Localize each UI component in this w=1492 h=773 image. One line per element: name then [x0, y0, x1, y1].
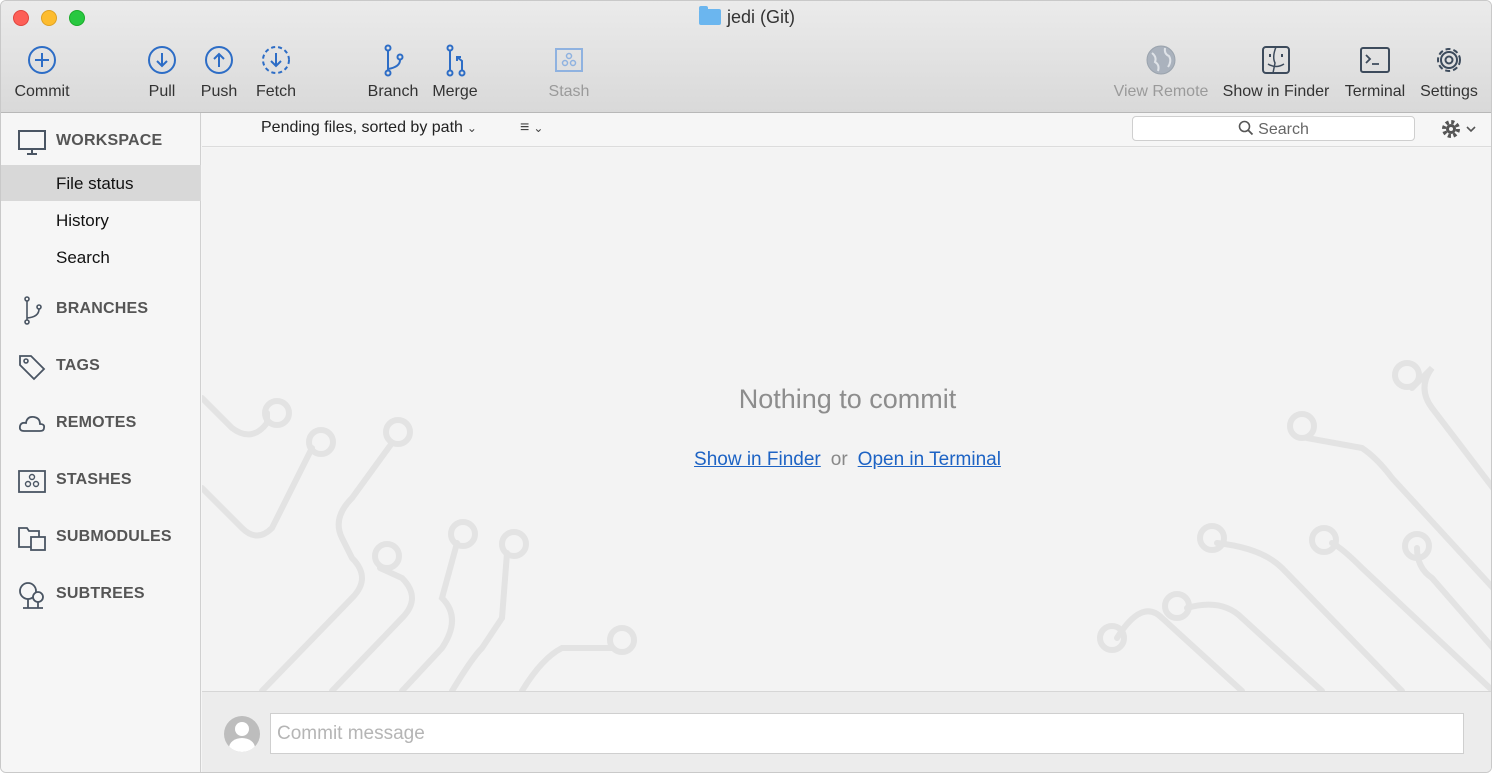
branches-label: BRANCHES	[56, 300, 149, 317]
sidebar-section-branches[interactable]: BRANCHES	[1, 289, 201, 329]
workspace-label: WORKSPACE	[56, 132, 163, 149]
tag-icon	[19, 355, 46, 381]
file-status-label: File status	[56, 174, 134, 193]
show-in-finder-button[interactable]: Show in Finder	[1219, 43, 1333, 101]
pull-label: Pull	[148, 83, 176, 100]
submodules-label: SUBMODULES	[56, 528, 172, 545]
sidebar-item-history[interactable]: History	[1, 202, 201, 238]
sidebar-section-submodules[interactable]: SUBMODULES	[1, 517, 201, 557]
stash-button[interactable]: Stash	[543, 43, 595, 101]
terminal-icon	[1360, 47, 1390, 73]
window-title: jedi (Git)	[1, 6, 1491, 28]
view-remote-button[interactable]: View Remote	[1111, 43, 1211, 101]
branch-icon	[384, 44, 404, 77]
search-input[interactable]: Search	[1132, 116, 1415, 141]
fetch-icon	[262, 46, 290, 74]
sidebar-section-remotes[interactable]: REMOTES	[1, 403, 201, 443]
sidebar-section-stashes[interactable]: STASHES	[1, 460, 201, 500]
pending-files-label: Pending files, sorted by path	[261, 119, 463, 136]
titlebar: jedi (Git) Commit Pull Push Fetch Branch…	[1, 1, 1491, 113]
tags-label: TAGS	[56, 357, 101, 374]
pending-files-dropdown[interactable]: Pending files, sorted by path ⌄	[261, 119, 477, 137]
sidebar-item-search[interactable]: Search	[1, 239, 201, 275]
settings-button[interactable]: Settings	[1415, 43, 1483, 101]
search-label: Search	[56, 248, 110, 267]
submodule-icon	[18, 527, 46, 551]
search-icon	[1238, 120, 1254, 136]
filter-bar: Pending files, sorted by path ⌄ ≡ ⌄ Search	[202, 113, 1491, 147]
arrow-down-circle-icon	[148, 46, 176, 74]
view-mode-dropdown[interactable]: ≡ ⌄	[520, 119, 543, 137]
sidebar-section-subtrees[interactable]: SUBTREES	[1, 574, 201, 614]
remotes-label: REMOTES	[56, 414, 137, 431]
commit-message-input[interactable]	[270, 713, 1464, 754]
merge-button[interactable]: Merge	[427, 43, 483, 101]
stashes-label: STASHES	[56, 471, 132, 488]
open-in-terminal-link[interactable]: Open in Terminal	[858, 449, 1001, 470]
commit-bar	[202, 691, 1491, 772]
plus-circle-icon	[28, 46, 56, 74]
push-button[interactable]: Push	[194, 43, 244, 101]
chevron-down-icon: ⌄	[466, 121, 477, 135]
empty-state-links: Show in Finder or Open in Terminal	[202, 449, 1491, 471]
finder-icon	[1262, 46, 1290, 74]
window-title-text: jedi (Git)	[726, 7, 795, 27]
merge-icon	[446, 44, 466, 77]
show-in-finder-label: Show in Finder	[1222, 83, 1330, 100]
branch-icon	[24, 296, 42, 325]
monitor-icon	[18, 130, 46, 155]
branch-button[interactable]: Branch	[365, 43, 421, 101]
options-gear-icon[interactable]	[1440, 117, 1482, 141]
view-remote-label: View Remote	[1113, 83, 1209, 100]
globe-icon	[1146, 45, 1176, 75]
sidebar-section-tags[interactable]: TAGS	[1, 346, 201, 386]
terminal-label: Terminal	[1344, 83, 1406, 100]
sidebar-section-workspace[interactable]: WORKSPACE	[1, 121, 201, 161]
folder-icon	[698, 6, 721, 25]
push-label: Push	[200, 83, 238, 100]
avatar	[224, 716, 260, 752]
sidebar: WORKSPACE File status History Search BRA…	[1, 113, 201, 772]
gear-icon	[1437, 48, 1461, 72]
list-icon: ≡	[520, 119, 530, 136]
show-in-finder-link[interactable]: Show in Finder	[694, 449, 821, 470]
file-status-panel: Nothing to commit Show in Finder or Open i…	[202, 148, 1491, 691]
cloud-icon	[18, 415, 46, 432]
history-label: History	[56, 211, 109, 230]
empty-state-message: Nothing to commit	[738, 384, 957, 414]
pull-button[interactable]: Pull	[137, 43, 187, 101]
fetch-label: Fetch	[255, 83, 296, 100]
commit-button[interactable]: Commit	[8, 43, 76, 101]
arrow-up-circle-icon	[205, 46, 233, 74]
circuit-background	[202, 360, 1491, 691]
or-text: or	[830, 449, 848, 470]
stash-label: Stash	[548, 83, 590, 100]
search-placeholder: Search	[1258, 121, 1309, 138]
tree-icon	[19, 582, 44, 609]
branch-label: Branch	[367, 83, 419, 100]
settings-label: Settings	[1420, 83, 1478, 100]
commit-label: Commit	[14, 83, 70, 100]
stash-icon	[555, 48, 583, 72]
stash-icon	[18, 470, 46, 493]
fetch-button[interactable]: Fetch	[249, 43, 303, 101]
sidebar-item-file-status[interactable]: File status	[1, 165, 201, 201]
terminal-button[interactable]: Terminal	[1341, 43, 1409, 101]
subtrees-label: SUBTREES	[56, 585, 145, 602]
app-window: jedi (Git) Commit Pull Push Fetch Branch…	[0, 0, 1492, 773]
merge-label: Merge	[432, 83, 478, 100]
chevron-down-icon: ⌄	[533, 121, 544, 135]
